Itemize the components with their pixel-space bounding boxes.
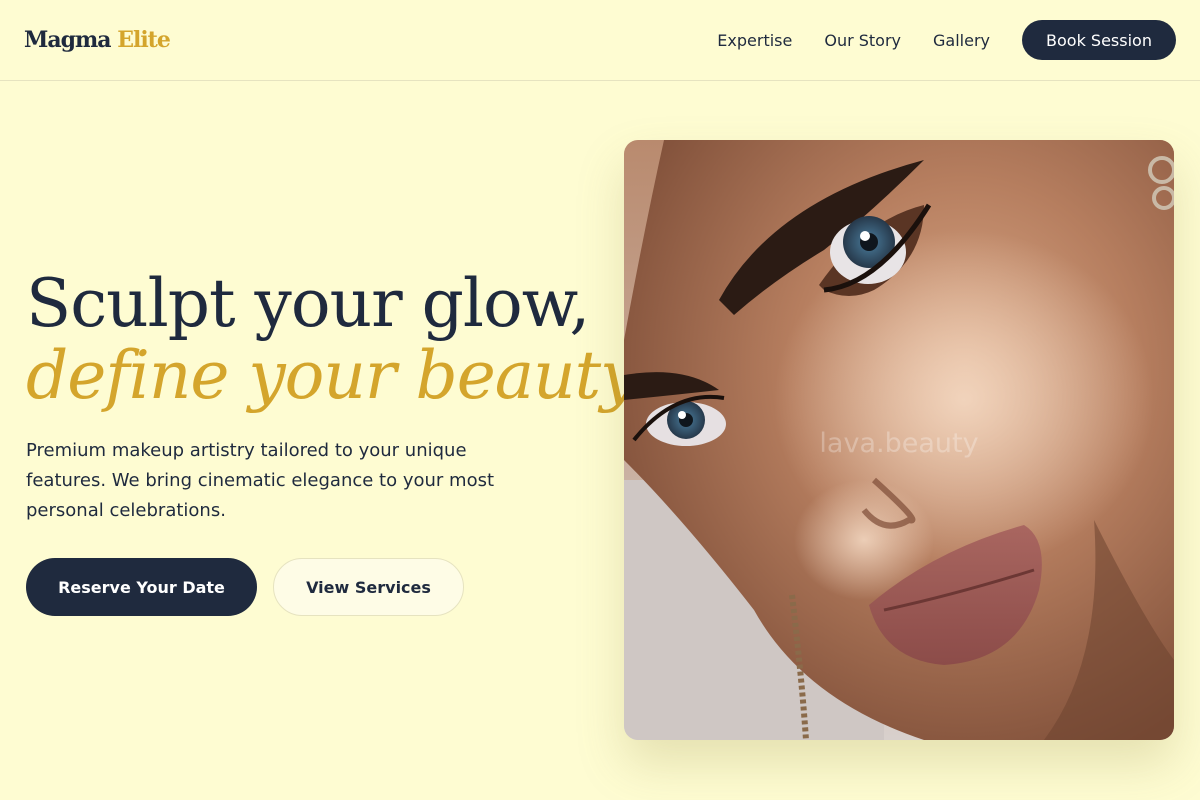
nav-link-gallery[interactable]: Gallery bbox=[933, 31, 990, 50]
reserve-date-button[interactable]: Reserve Your Date bbox=[26, 558, 257, 616]
hero-headline: Sculpt your glow, bbox=[26, 265, 590, 342]
hero-headline-accent: define your beauty. bbox=[26, 337, 649, 414]
view-services-button[interactable]: View Services bbox=[273, 558, 464, 616]
brand-accent: Elite bbox=[117, 27, 171, 53]
nav-link-expertise[interactable]: Expertise bbox=[717, 31, 792, 50]
hero-tagline: Premium makeup artistry tailored to your… bbox=[26, 440, 495, 521]
main-nav: Expertise Our Story Gallery Book Session bbox=[717, 20, 1176, 60]
hero-cta-row: Reserve Your Date View Services bbox=[26, 558, 606, 616]
brand-name: Magma bbox=[24, 27, 112, 53]
site-header: Magma Elite Expertise Our Story Gallery … bbox=[0, 0, 1200, 81]
brand-logo[interactable]: Magma Elite bbox=[24, 27, 171, 53]
nav-link-our-story[interactable]: Our Story bbox=[824, 31, 901, 50]
hero-section: Sculpt your glow, define your beauty. Pr… bbox=[26, 265, 649, 616]
image-watermark: lava.beauty bbox=[819, 428, 979, 459]
hero-portrait-image: lava.beauty bbox=[624, 140, 1174, 740]
book-session-button[interactable]: Book Session bbox=[1022, 20, 1176, 60]
